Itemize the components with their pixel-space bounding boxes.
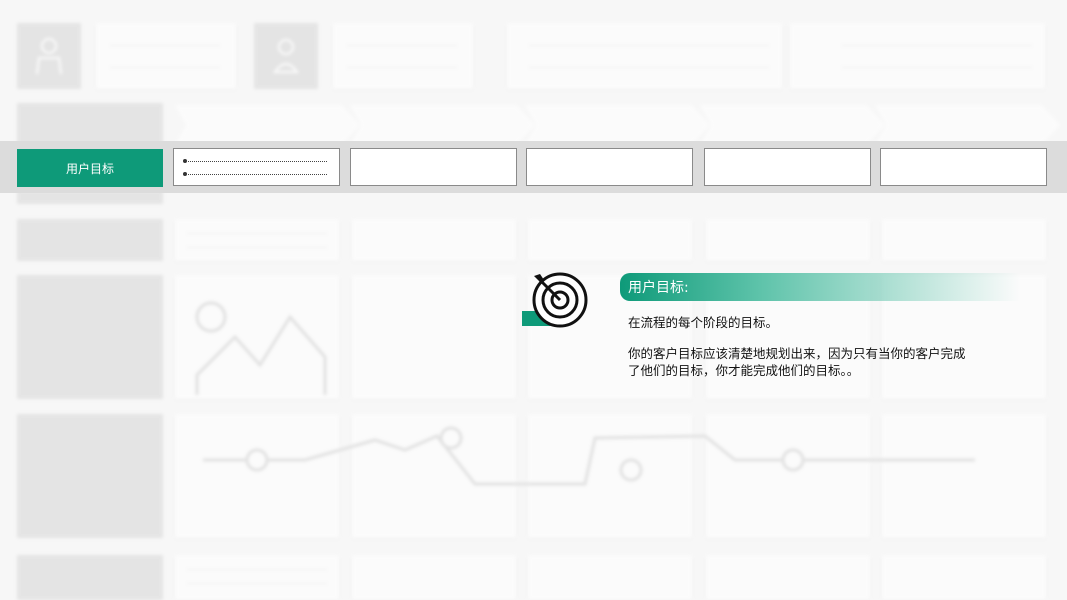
persona-avatar-1 — [17, 23, 81, 89]
callout-line-1: 在流程的每个阶段的目标。 — [628, 315, 779, 330]
persona-card-2 — [333, 23, 473, 89]
stage-arrow-1 — [175, 105, 360, 145]
stage-arrow-3 — [525, 105, 710, 145]
behavior-label-bg — [17, 219, 163, 261]
callout-title: 用户目标: — [620, 273, 1020, 301]
dotted-line — [186, 174, 327, 175]
person-icon — [273, 39, 299, 73]
callout-line-3: 了他们的目标，你才能完成他们的目标。。 — [628, 363, 860, 378]
emotion-curve — [203, 426, 975, 486]
target-arrow-icon — [532, 272, 588, 328]
persona-avatar-2 — [254, 23, 318, 89]
goal-cell-3[interactable] — [526, 148, 693, 186]
goal-cell-2[interactable] — [350, 148, 517, 186]
goal-cell-1[interactable] — [173, 148, 340, 186]
persona-card-1 — [96, 23, 236, 89]
dotted-line — [186, 161, 327, 162]
goal-cell-5[interactable] — [880, 148, 1047, 186]
callout-line-2: 你的客户目标应该清楚地规划出来，因为只有当你的客户完成 — [628, 346, 966, 361]
image-placeholder-icon — [195, 301, 327, 395]
opportunity-label-bg — [17, 555, 163, 600]
expectation-card — [790, 23, 1045, 89]
user-goal-label: 用户目标 — [17, 149, 163, 187]
person-icon — [36, 38, 62, 75]
stage-arrow-5 — [875, 105, 1060, 145]
emotion-label-bg — [17, 414, 163, 538]
goal-cell-4[interactable] — [704, 148, 871, 186]
scenario-card — [507, 23, 782, 89]
stage-arrow-2 — [350, 105, 535, 145]
stage-arrow-4 — [700, 105, 885, 145]
touchpoint-label-bg — [17, 275, 163, 399]
